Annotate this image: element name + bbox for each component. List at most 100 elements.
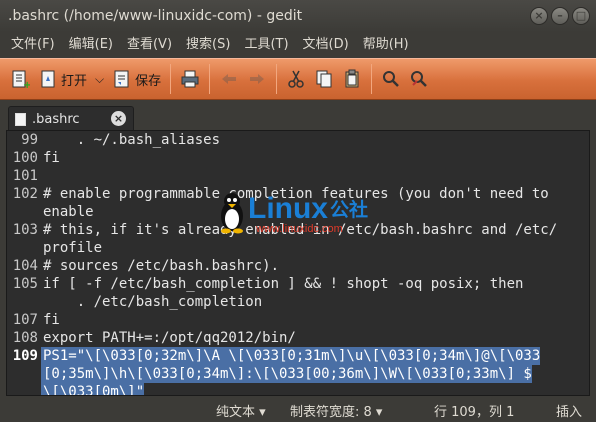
tab-bashrc[interactable]: .bashrc ×: [8, 106, 134, 131]
syntax-selector[interactable]: 纯文本 ▾: [216, 401, 266, 420]
menu-help[interactable]: 帮助(H): [356, 32, 416, 58]
toolbar: + 打开 ⌵ 保存: [0, 58, 596, 100]
save-icon: [112, 69, 132, 89]
line-number-blank: [7, 383, 41, 395]
line-text: # enable programmable completion feature…: [43, 186, 549, 202]
menu-file[interactable]: 文件(F): [4, 32, 62, 58]
line-number: 108: [12, 330, 38, 346]
line-text: # sources /etc/bash.bashrc).: [43, 258, 280, 274]
toolbar-separator: [371, 64, 373, 94]
line-number: [7, 203, 41, 221]
editor-line: 107 fi: [7, 311, 589, 329]
line-text: profile: [43, 240, 103, 256]
editor-line: 103 # this, if it's already enabled in /e…: [7, 221, 589, 239]
undo-icon: [219, 69, 239, 89]
toolbar-separator: [209, 64, 211, 94]
paste-button[interactable]: [338, 62, 366, 96]
print-button[interactable]: [176, 62, 204, 96]
line-text: . ~/.bash_aliases: [43, 132, 221, 148]
copy-button[interactable]: [310, 62, 338, 96]
undo-button[interactable]: [215, 62, 243, 96]
current-line: 109 PS1="\[\033[0;32m\]\A \[\033[0;31m\]\…: [7, 347, 589, 365]
menu-edit[interactable]: 编辑(E): [62, 32, 120, 58]
editor-line: 102 # enable programmable completion feat…: [7, 185, 589, 203]
line-number-blank: [7, 365, 41, 383]
clipboard-icon: [342, 69, 362, 89]
insert-mode: 插入: [556, 405, 583, 420]
window-title: .bashrc (/home/www-linuxidc-com) - gedit: [8, 8, 303, 24]
line-text: . /etc/bash_completion: [43, 294, 263, 310]
tab-label: .bashrc: [32, 111, 80, 127]
editor-line: 104 # sources /etc/bash.bashrc).: [7, 257, 589, 275]
line-text: if [ -f /etc/bash_completion ] && ! shop…: [43, 276, 524, 292]
selected-text: PS1="\[\033[0;32m\]\A \[\033[0;31m\]\u\[…: [41, 347, 541, 365]
scissors-icon: [286, 69, 306, 89]
new-document-button[interactable]: +: [6, 62, 34, 96]
selected-text: [0;35m\]\h\[\033[0;34m\]:\[\033[00;36m\]…: [41, 365, 532, 383]
open-file-icon: [38, 69, 58, 89]
toolbar-separator: [170, 64, 172, 94]
tab-width-selector[interactable]: 制表符宽度: 8 ▾: [290, 401, 382, 420]
current-line-wrap: \[\033[0m\]": [7, 383, 589, 395]
line-number: 99: [21, 132, 38, 148]
current-line-wrap: [0;35m\]\h\[\033[0;34m\]:\[\033[00;36m\]…: [7, 365, 589, 383]
new-document-icon: +: [10, 69, 30, 89]
editor-line: 105 if [ -f /etc/bash_completion ] && ! s…: [7, 275, 589, 293]
find-replace-icon: [409, 69, 429, 89]
editor-line: 101: [7, 167, 589, 185]
status-bar: 纯文本 ▾ 制表符宽度: 8 ▾ 行 109，列 1 插入: [0, 398, 596, 422]
line-number: 100: [12, 150, 38, 166]
redo-button[interactable]: [243, 62, 271, 96]
menu-bar: 文件(F) 编辑(E) 查看(V) 搜索(S) 工具(T) 文档(D) 帮助(H…: [0, 32, 596, 58]
find-button[interactable]: [377, 62, 405, 96]
line-text: fi: [43, 312, 60, 328]
line-number: 104: [12, 258, 38, 274]
save-button[interactable]: 保存: [108, 62, 165, 96]
cut-button[interactable]: [282, 62, 310, 96]
editor-line: enable: [7, 203, 589, 221]
line-number: 105: [12, 276, 38, 292]
minimize-window-button[interactable]: –: [551, 7, 569, 25]
close-window-button[interactable]: ×: [530, 7, 548, 25]
find-replace-button[interactable]: [405, 62, 433, 96]
menu-tools[interactable]: 工具(T): [237, 32, 295, 58]
toolbar-separator: [276, 64, 278, 94]
maximize-window-button[interactable]: □: [572, 7, 590, 25]
save-label: 保存: [135, 73, 162, 89]
editor-line: profile: [7, 239, 589, 257]
line-number: 101: [12, 168, 38, 184]
open-button[interactable]: 打开: [34, 62, 91, 96]
line-number: [7, 239, 41, 257]
open-label: 打开: [61, 73, 88, 89]
line-number: [7, 293, 41, 311]
svg-text:+: +: [23, 80, 30, 89]
line-text: # this, if it's already enabled in /etc/…: [43, 222, 558, 238]
line-text: fi: [43, 150, 60, 166]
menu-view[interactable]: 查看(V): [120, 32, 179, 58]
menu-documents[interactable]: 文档(D): [296, 32, 356, 58]
line-text: enable: [43, 204, 94, 220]
line-number: 107: [12, 312, 38, 328]
selected-text: \[\033[0m\]": [41, 383, 145, 395]
chevron-down-icon: ⌵: [95, 71, 105, 86]
printer-icon: [180, 69, 200, 89]
menu-search[interactable]: 搜索(S): [179, 32, 237, 58]
editor-line: 100 fi: [7, 149, 589, 167]
document-icon: [15, 112, 26, 126]
cursor-position: 行 109，列 1: [434, 405, 515, 420]
line-text: [41, 167, 43, 185]
search-icon: [381, 69, 401, 89]
text-editor[interactable]: 99 . ~/.bash_aliases 100 fi 101 102 # enab…: [6, 130, 590, 396]
window-controls: × – □: [530, 7, 590, 25]
copy-icon: [314, 69, 334, 89]
line-text: export PATH+=:/opt/qq2012/bin/: [43, 330, 296, 346]
close-tab-icon[interactable]: ×: [111, 111, 126, 126]
line-number: 102: [12, 186, 38, 202]
editor-line: 108 export PATH+=:/opt/qq2012/bin/: [7, 329, 589, 347]
redo-icon: [247, 69, 267, 89]
title-bar: .bashrc (/home/www-linuxidc-com) - gedit…: [0, 0, 596, 32]
tab-bar: .bashrc ×: [0, 100, 596, 131]
line-number: 109: [12, 348, 38, 364]
editor-line: 99 . ~/.bash_aliases: [7, 131, 589, 149]
recent-files-dropdown[interactable]: ⌵: [91, 62, 108, 96]
